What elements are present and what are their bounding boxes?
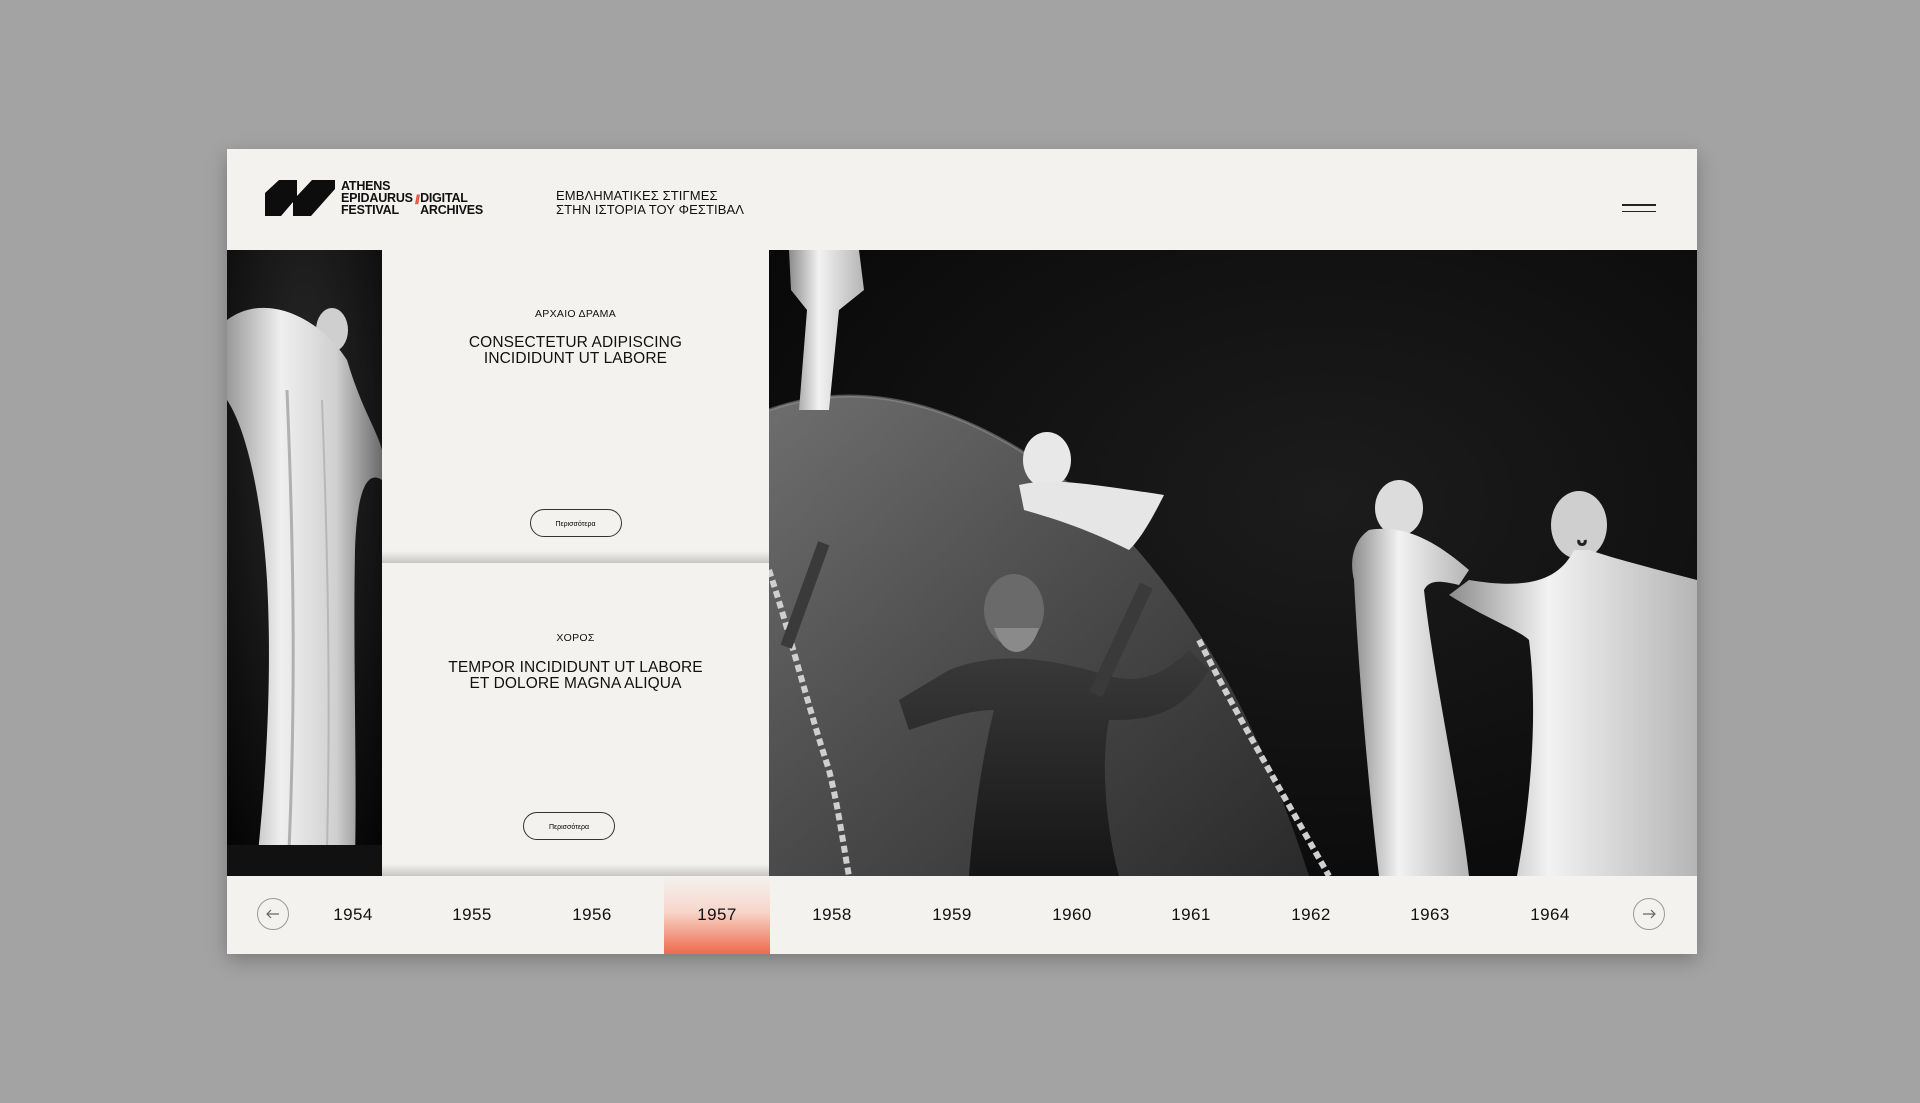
dancer-photo-image: [227, 250, 382, 876]
site-tagline: ΕΜΒΛΗΜΑΤΙΚΕΣ ΣΤΙΓΜΕΣ ΣΤΗΝ ΙΣΤΟΡΙΑ ΤΟΥ ΦΕ…: [556, 189, 744, 217]
year-tab[interactable]: 1961: [1138, 876, 1244, 954]
logo-separator: //: [414, 192, 420, 207]
logo-wordmark: ATHENS EPIDAURUS FESTIVAL // DIGITAL ARC…: [341, 180, 484, 217]
story-card[interactable]: ΧΟΡΟΣ TEMPOR INCIDIDUNT UT LABORE ET DOL…: [382, 566, 769, 876]
card-category: ΧΟΡΟΣ: [556, 632, 595, 644]
card-title-line: ET DOLORE MAGNA ALIQUA: [469, 675, 682, 692]
app-frame: ATHENS EPIDAURUS FESTIVAL // DIGITAL ARC…: [227, 149, 1697, 954]
arrow-left-icon[interactable]: [257, 898, 289, 930]
year-tab[interactable]: 1959: [899, 876, 1005, 954]
more-button[interactable]: Περισσότερα: [529, 509, 622, 537]
year-tab[interactable]: 1954: [300, 876, 406, 954]
site-header: ATHENS EPIDAURUS FESTIVAL // DIGITAL ARC…: [227, 149, 1697, 250]
previous-slide-photo[interactable]: [227, 250, 382, 876]
year-tab[interactable]: 1963: [1377, 876, 1483, 954]
year-tab[interactable]: 1964: [1497, 876, 1603, 954]
year-tab[interactable]: 1956: [539, 876, 645, 954]
year-tab[interactable]: 1958: [779, 876, 885, 954]
year-timeline: 1954 1955 1956 1957 1958 1959 1960 1961 …: [227, 876, 1697, 954]
festival-logo-icon: [265, 180, 335, 216]
story-card[interactable]: ΑΡΧΑΙΟ ΔΡΑΜΑ CONSECTETUR ADIPISCING INCI…: [382, 250, 769, 563]
year-tab[interactable]: 1960: [1019, 876, 1125, 954]
card-title: TEMPOR INCIDIDUNT UT LABORE ET DOLORE MA…: [402, 660, 749, 692]
card-title-line: CONSECTETUR ADIPISCING: [468, 334, 683, 351]
card-title: CONSECTETUR ADIPISCING INCIDIDUNT UT LAB…: [402, 335, 749, 367]
more-button[interactable]: Περισσότερα: [523, 812, 615, 840]
site-logo[interactable]: ATHENS EPIDAURUS FESTIVAL // DIGITAL ARC…: [265, 180, 483, 216]
logo-line: FESTIVAL: [341, 203, 399, 217]
card-category: ΑΡΧΑΙΟ ΔΡΑΜΑ: [534, 308, 617, 320]
logo-line: ARCHIVES: [420, 203, 484, 217]
hamburger-icon[interactable]: [1622, 204, 1656, 216]
hero-photo: [769, 250, 1697, 876]
card-title-line: INCIDIDUNT UT LABORE: [483, 350, 668, 367]
card-title-line: TEMPOR INCIDIDUNT UT LABORE: [448, 659, 703, 676]
tagline-line: ΕΜΒΛΗΜΑΤΙΚΕΣ ΣΤΙΓΜΕΣ: [556, 188, 718, 203]
arrow-right-icon[interactable]: [1633, 898, 1665, 930]
main-content: ΑΡΧΑΙΟ ΔΡΑΜΑ CONSECTETUR ADIPISCING INCI…: [227, 250, 1697, 876]
year-tab[interactable]: 1955: [419, 876, 525, 954]
tagline-line: ΣΤΗΝ ΙΣΤΟΡΙΑ ΤΟΥ ΦΕΣΤΙΒΑΛ: [556, 202, 745, 217]
performance-photo-image: [769, 250, 1697, 876]
year-tab[interactable]: 1962: [1258, 876, 1364, 954]
year-tab-active[interactable]: 1957: [664, 876, 770, 954]
